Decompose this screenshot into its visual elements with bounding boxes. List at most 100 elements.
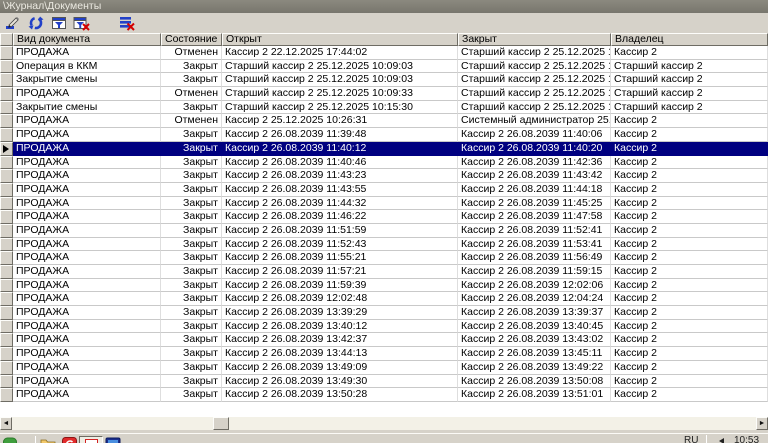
row-marker[interactable] [0,347,13,361]
row-marker[interactable] [0,388,13,402]
row-marker[interactable] [0,292,13,307]
table-row[interactable]: ПРОДАЖА Закрыт Кассир 2 26.08.2039 11:39… [0,128,768,142]
table-row[interactable]: ПРОДАЖА Закрыт Кассир 2 26.08.2039 13:39… [0,306,768,320]
row-marker[interactable] [0,59,13,74]
table-row[interactable]: ПРОДАЖА Закрыт Кассир 2 26.08.2039 11:51… [0,223,768,238]
table-row[interactable]: ПРОДАЖА Закрыт Кассир 2 26.08.2039 11:43… [0,182,768,197]
table-row[interactable]: ПРОДАЖА Закрыт Кассир 2 26.08.2039 11:59… [0,278,768,293]
row-marker[interactable] [0,100,13,115]
table-row[interactable]: Закрытие смены Закрыт Старший кассир 2 2… [0,100,768,115]
refresh-icon [28,16,43,30]
horizontal-scrollbar[interactable]: ◄ ► [0,417,768,430]
cell-state: Закрыт [161,333,222,348]
table-row[interactable]: Закрытие смены Закрыт Старший кассир 2 2… [0,73,768,88]
row-marker[interactable] [0,87,13,101]
row-marker[interactable] [0,169,13,183]
cell-opened: Кассир 2 26.08.2039 11:40:12 [222,141,458,156]
quick-launch-folder-button[interactable] [40,437,56,443]
scroll-right-button[interactable]: ► [756,417,768,430]
table-row[interactable]: ПРОДАЖА Закрыт Кассир 2 26.08.2039 11:40… [0,155,768,170]
cell-closed: Старший кассир 2 25.12.2025 10:15:07 [458,87,611,101]
row-marker[interactable] [0,196,13,211]
scroll-thumb[interactable] [213,417,229,430]
cell-state: Закрыт [161,155,222,170]
cell-doc-type: ПРОДАЖА [13,210,161,224]
column-header-doc-type[interactable]: Вид документа [13,33,161,46]
cell-state: Закрыт [161,306,222,320]
table-row[interactable]: ПРОДАЖА Закрыт Кассир 2 26.08.2039 13:49… [0,360,768,375]
row-marker[interactable] [0,306,13,320]
tray-arrow-icon[interactable] [718,436,726,443]
cell-closed: Кассир 2 26.08.2039 11:56:49 [458,251,611,265]
filter-off-button[interactable] [72,14,91,32]
table-row[interactable]: Операция в ККМ Закрыт Старший кассир 2 2… [0,59,768,74]
cell-doc-type: ПРОДАЖА [13,278,161,293]
table-row[interactable]: ПРОДАЖА Закрыт Кассир 2 26.08.2039 11:43… [0,169,768,183]
cell-owner: Кассир 2 [611,360,768,375]
column-header-state[interactable]: Состояние [161,33,222,46]
row-marker[interactable] [0,278,13,293]
column-header-opened[interactable]: Открыт [222,33,458,46]
language-indicator[interactable]: RU [684,435,698,443]
refresh-button[interactable] [26,14,45,32]
task-button-blue-app[interactable] [105,437,121,443]
window-titlebar[interactable]: \Журнал\Документы [0,0,768,13]
table-row[interactable]: ПРОДАЖА Отменен Кассир 2 25.12.2025 10:2… [0,114,768,129]
row-marker[interactable] [0,374,13,389]
table-row[interactable]: ПРОДАЖА Закрыт Кассир 2 26.08.2039 13:49… [0,374,768,389]
table-row[interactable]: ПРОДАЖА Закрыт Кассир 2 26.08.2039 13:44… [0,347,768,361]
column-header-owner[interactable]: Владелец [611,33,768,46]
table-row[interactable]: ПРОДАЖА Закрыт Кассир 2 26.08.2039 13:40… [0,319,768,334]
table-row[interactable]: ПРОДАЖА Закрыт Кассир 2 26.08.2039 11:52… [0,237,768,252]
cell-opened: Кассир 2 26.08.2039 12:02:48 [222,292,458,307]
row-marker[interactable] [0,128,13,142]
row-marker[interactable] [0,360,13,375]
row-marker[interactable] [0,333,13,348]
scroll-left-button[interactable]: ◄ [0,417,12,430]
table-row[interactable]: ПРОДАЖА Закрыт Кассир 2 26.08.2039 11:46… [0,210,768,224]
cell-doc-type: ПРОДАЖА [13,114,161,129]
cell-state: Закрыт [161,196,222,211]
table-row[interactable]: ПРОДАЖА Закрыт Кассир 2 26.08.2039 11:40… [0,141,768,156]
row-marker[interactable] [0,210,13,224]
cell-opened: Старший кассир 2 25.12.2025 10:09:03 [222,59,458,74]
cell-state: Закрыт [161,182,222,197]
table-row[interactable]: ПРОДАЖА Отменен Старший кассир 2 25.12.2… [0,87,768,101]
task-button-red-app[interactable] [62,437,77,443]
row-marker[interactable] [0,46,13,60]
cell-opened: Кассир 2 26.08.2039 13:49:09 [222,360,458,375]
cell-opened: Кассир 2 26.08.2039 11:46:22 [222,210,458,224]
table-row[interactable]: ПРОДАЖА Отменен Кассир 2 22.12.2025 17:4… [0,46,768,60]
active-task-button[interactable] [79,436,103,443]
table-row[interactable]: ПРОДАЖА Закрыт Кассир 2 26.08.2039 11:44… [0,196,768,211]
row-marker[interactable] [0,251,13,265]
cell-owner: Кассир 2 [611,155,768,170]
cell-state: Закрыт [161,223,222,238]
row-marker[interactable] [0,141,13,156]
table-row[interactable]: ПРОДАЖА Закрыт Кассир 2 26.08.2039 11:57… [0,265,768,279]
edit-document-button[interactable] [3,14,22,32]
row-marker[interactable] [0,237,13,252]
row-marker[interactable] [0,114,13,129]
row-marker[interactable] [0,319,13,334]
table-row[interactable]: ПРОДАЖА Закрыт Кассир 2 26.08.2039 12:02… [0,292,768,307]
filter-button[interactable] [49,14,68,32]
row-marker[interactable] [0,155,13,170]
cell-closed: Кассир 2 26.08.2039 11:47:58 [458,210,611,224]
row-marker[interactable] [0,73,13,88]
cell-state: Закрыт [161,128,222,142]
table-row[interactable]: ПРОДАЖА Закрыт Кассир 2 26.08.2039 11:55… [0,251,768,265]
cell-doc-type: ПРОДАЖА [13,182,161,197]
table-row[interactable]: ПРОДАЖА Закрыт Кассир 2 26.08.2039 13:42… [0,333,768,348]
row-marker[interactable] [0,182,13,197]
row-marker[interactable] [0,265,13,279]
cell-owner: Кассир 2 [611,210,768,224]
clear-list-button[interactable] [117,14,136,32]
cell-owner: Кассир 2 [611,278,768,293]
column-header-closed[interactable]: Закрыт [458,33,611,46]
table-row[interactable]: ПРОДАЖА Закрыт Кассир 2 26.08.2039 13:50… [0,388,768,402]
cell-closed: Кассир 2 26.08.2039 13:45:11 [458,347,611,361]
start-button[interactable] [3,437,17,443]
row-marker[interactable] [0,223,13,238]
cell-owner: Кассир 2 [611,388,768,402]
